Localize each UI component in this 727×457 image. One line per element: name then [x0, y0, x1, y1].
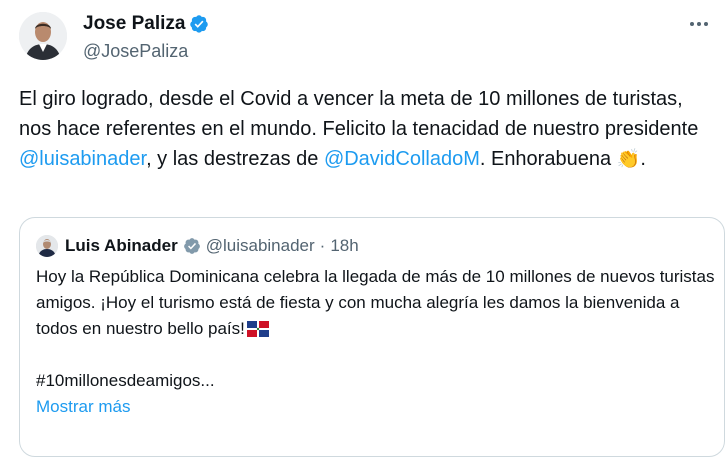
quote-hashtag-line[interactable]: #10millonesdeamigos... — [36, 368, 716, 394]
quote-author-avatar[interactable] — [36, 235, 58, 257]
tweet-text: El giro logrado, desde el Covid a vencer… — [19, 84, 719, 175]
tweet-text-part2: , y las destrezas de — [146, 148, 324, 170]
gray-verified-badge-icon — [183, 238, 200, 254]
clapping-hands-emoji: 👏 — [616, 149, 641, 170]
quoted-tweet-card[interactable]: Luis Abinader @luisabinader · 18h Hoy la… — [19, 217, 725, 457]
author-handle[interactable]: @JosePaliza — [83, 40, 188, 62]
author-name[interactable]: Jose Paliza — [83, 12, 185, 36]
mention-luisabinader[interactable]: @luisabinader — [19, 148, 146, 170]
tweet-text-part3: . Enhorabuena — [479, 148, 617, 170]
quote-text-line: Hoy la República Dominicana celebra la l… — [36, 267, 715, 338]
author-avatar[interactable] — [19, 12, 67, 60]
quote-author-name[interactable]: Luis Abinader — [65, 235, 178, 257]
meta-separator: · — [319, 236, 326, 255]
show-more-link[interactable]: Mostrar más — [36, 394, 716, 420]
mention-davidcolladom[interactable]: @DavidColladoM — [324, 148, 480, 170]
dominican-republic-flag-icon — [246, 321, 269, 337]
quote-text: Hoy la República Dominicana celebra la l… — [36, 264, 716, 420]
verified-badge-icon — [190, 15, 209, 33]
quote-timestamp[interactable]: 18h — [330, 235, 358, 257]
tweet-text-end: . — [640, 148, 646, 170]
tweet-text-part1: El giro logrado, desde el Covid a vencer… — [19, 88, 699, 140]
quote-author-handle[interactable]: @luisabinader — [206, 235, 315, 257]
more-options-icon[interactable] — [689, 14, 709, 34]
